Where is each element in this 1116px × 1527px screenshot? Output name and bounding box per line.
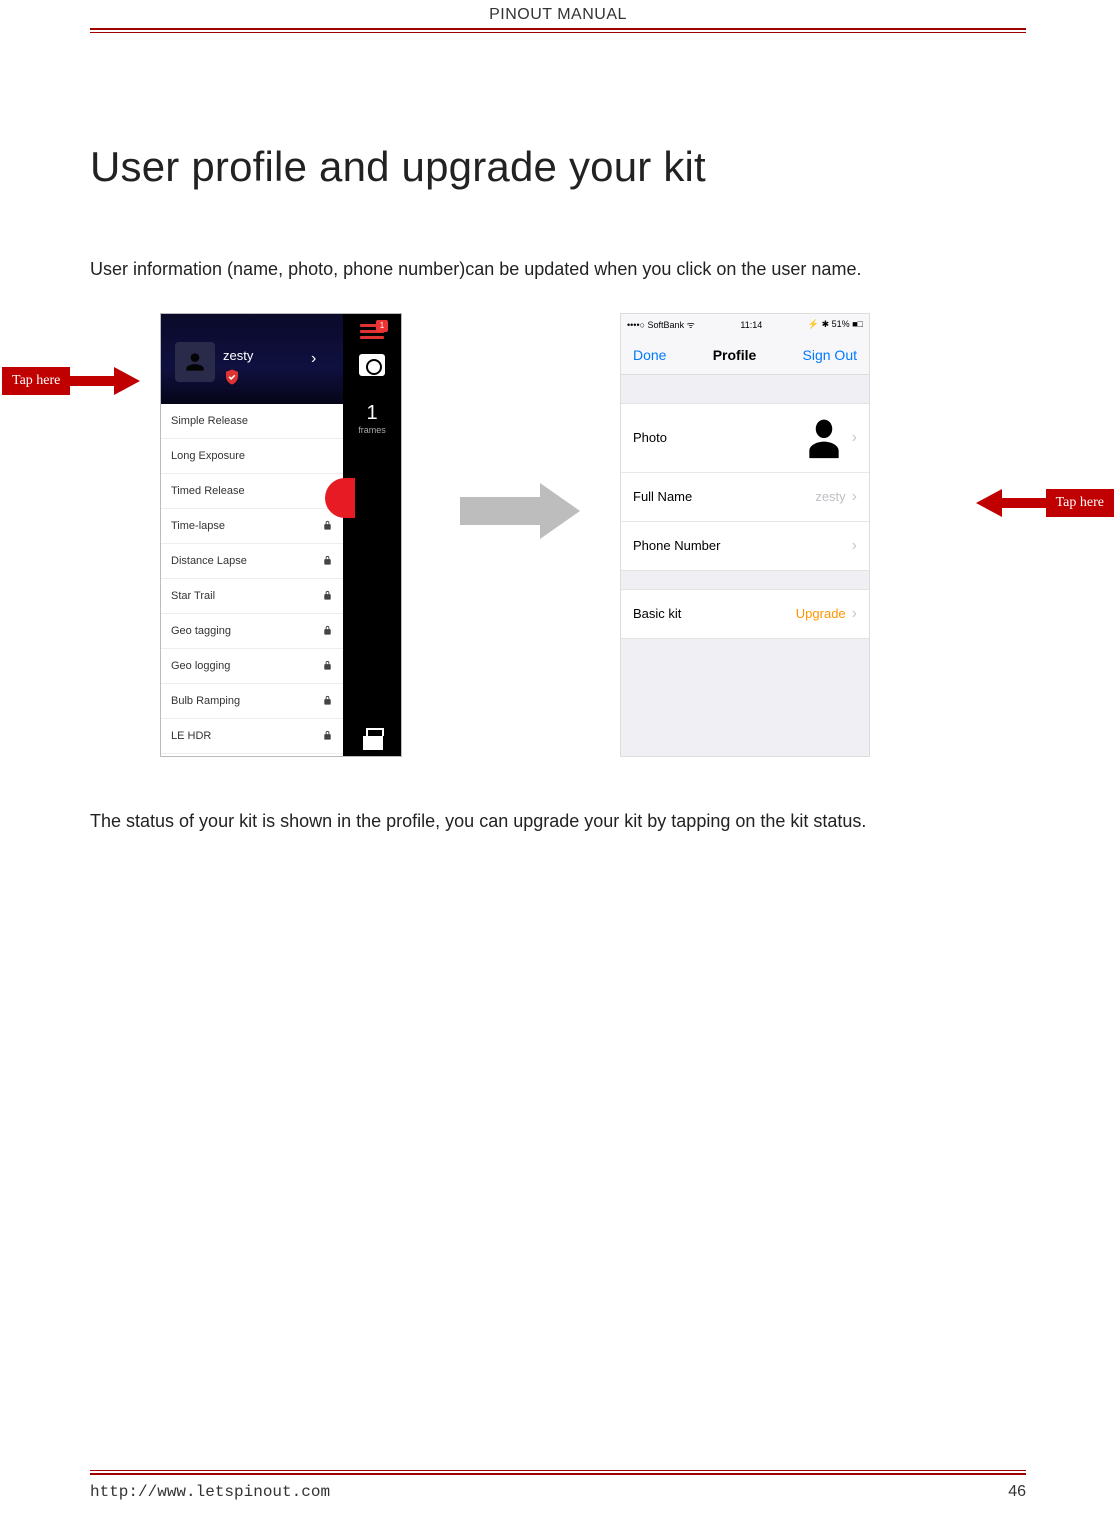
row-fullname[interactable]: Full Name zesty › — [621, 473, 869, 522]
upgrade-link[interactable]: Upgrade — [796, 606, 846, 621]
lock-icon — [322, 554, 333, 567]
mode-row[interactable]: Timed Release — [161, 474, 343, 509]
chevron-right-icon: › — [852, 488, 857, 506]
profile-section-1: Photo › Full Name zesty › — [621, 403, 869, 571]
menu-badge: 1 — [376, 320, 388, 332]
footer-rule-thin — [90, 1470, 1026, 1471]
chevron-right-icon: › — [852, 537, 857, 555]
mode-label: LE HDR — [171, 730, 211, 742]
lock-icon — [322, 519, 333, 532]
figure-row: Tap here zesty › 1 — [90, 313, 1026, 773]
row-phone-label: Phone Number — [633, 538, 720, 553]
status-carrier: ••••○ SoftBank ᯤ — [627, 318, 695, 331]
mode-label: Time-lapse — [171, 520, 225, 532]
menu-icon[interactable]: 1 — [360, 324, 384, 344]
mode-label: Geo logging — [171, 660, 230, 672]
row-fullname-label: Full Name — [633, 489, 692, 504]
mode-label: Distance Lapse — [171, 555, 247, 567]
screenshot-app-main: zesty › 1 1 frames Simple Release Long Ex… — [160, 313, 402, 757]
row-kit-label: Basic kit — [633, 606, 681, 621]
chevron-right-icon: › — [852, 605, 857, 623]
profile-section-2: Basic kit Upgrade › — [621, 589, 869, 639]
paragraph-2: The status of your kit is shown in the p… — [90, 803, 1026, 841]
row-fullname-value: zesty — [815, 489, 845, 504]
camera-icon[interactable] — [359, 354, 385, 376]
arrow-right-icon — [114, 367, 140, 395]
mode-row[interactable]: LE HDR — [161, 719, 343, 754]
clipboard-icon[interactable] — [363, 728, 383, 750]
mode-row[interactable]: Geo tagging — [161, 614, 343, 649]
signout-button[interactable]: Sign Out — [803, 347, 857, 363]
lock-icon — [322, 694, 333, 707]
profile-silhouette-icon — [802, 414, 846, 462]
page-number: 46 — [1008, 1483, 1026, 1501]
page-heading: User profile and upgrade your kit — [90, 143, 1026, 191]
row-phone[interactable]: Phone Number › — [621, 522, 869, 570]
nav-bar: Done Profile Sign Out — [621, 336, 869, 375]
lock-icon — [322, 624, 333, 637]
mode-label: Timed Release — [171, 485, 245, 497]
mode-label: Geo tagging — [171, 625, 231, 637]
mode-list: Simple Release Long Exposure Timed Release… — [161, 404, 343, 756]
callout-right-label: Tap here — [1046, 489, 1114, 517]
page-footer: http://www.letspinout.com 46 — [90, 1470, 1026, 1501]
status-bar: ••••○ SoftBank ᯤ 11:14 ⚡ ✱ 51% ■□ — [621, 314, 869, 336]
status-time: 11:14 — [740, 320, 762, 330]
frames-count: 1 — [343, 402, 401, 425]
mode-row[interactable]: Long Exposure — [161, 439, 343, 474]
username-label[interactable]: zesty — [223, 348, 253, 363]
status-battery: ⚡ ✱ 51% ■□ — [808, 319, 863, 330]
mode-row[interactable]: Time-lapse — [161, 509, 343, 544]
lock-icon — [322, 729, 333, 742]
doc-header-title: PINOUT MANUAL — [90, 0, 1026, 24]
mode-label: Star Trail — [171, 590, 215, 602]
chevron-right-icon[interactable]: › — [311, 350, 316, 368]
row-photo-label: Photo — [633, 430, 667, 445]
callout-left-label: Tap here — [2, 367, 70, 395]
avatar-icon[interactable] — [175, 342, 215, 382]
lock-icon — [322, 659, 333, 672]
nav-title: Profile — [713, 347, 757, 363]
callout-right: Tap here — [976, 489, 1114, 517]
header-rule-thin — [90, 32, 1026, 33]
mode-row[interactable]: Distance Lapse — [161, 544, 343, 579]
mode-label: Simple Release — [171, 415, 248, 427]
mode-label: Bulb Ramping — [171, 695, 240, 707]
flow-arrow-icon — [460, 483, 580, 539]
frames-label: frames — [343, 425, 401, 435]
done-button[interactable]: Done — [633, 347, 666, 363]
mode-row[interactable]: Simple Release — [161, 404, 343, 439]
header-rule — [90, 28, 1026, 30]
footer-rule — [90, 1473, 1026, 1475]
screenshot-profile: ••••○ SoftBank ᯤ 11:14 ⚡ ✱ 51% ■□ Done P… — [620, 313, 870, 757]
app-sidebar: 1 1 frames — [343, 314, 401, 756]
row-kit[interactable]: Basic kit Upgrade › — [621, 590, 869, 638]
mode-label: Long Exposure — [171, 450, 245, 462]
arrow-left-icon — [976, 489, 1002, 517]
mode-row[interactable]: Bulb Ramping — [161, 684, 343, 719]
mode-row[interactable]: Star Trail — [161, 579, 343, 614]
chevron-right-icon: › — [852, 429, 857, 447]
shield-badge-icon — [223, 368, 241, 386]
row-photo[interactable]: Photo › — [621, 404, 869, 473]
footer-url: http://www.letspinout.com — [90, 1483, 330, 1501]
mode-row[interactable]: Geo logging — [161, 649, 343, 684]
lock-icon — [322, 589, 333, 602]
callout-left: Tap here — [2, 367, 140, 395]
paragraph-1: User information (name, photo, phone num… — [90, 251, 1026, 289]
